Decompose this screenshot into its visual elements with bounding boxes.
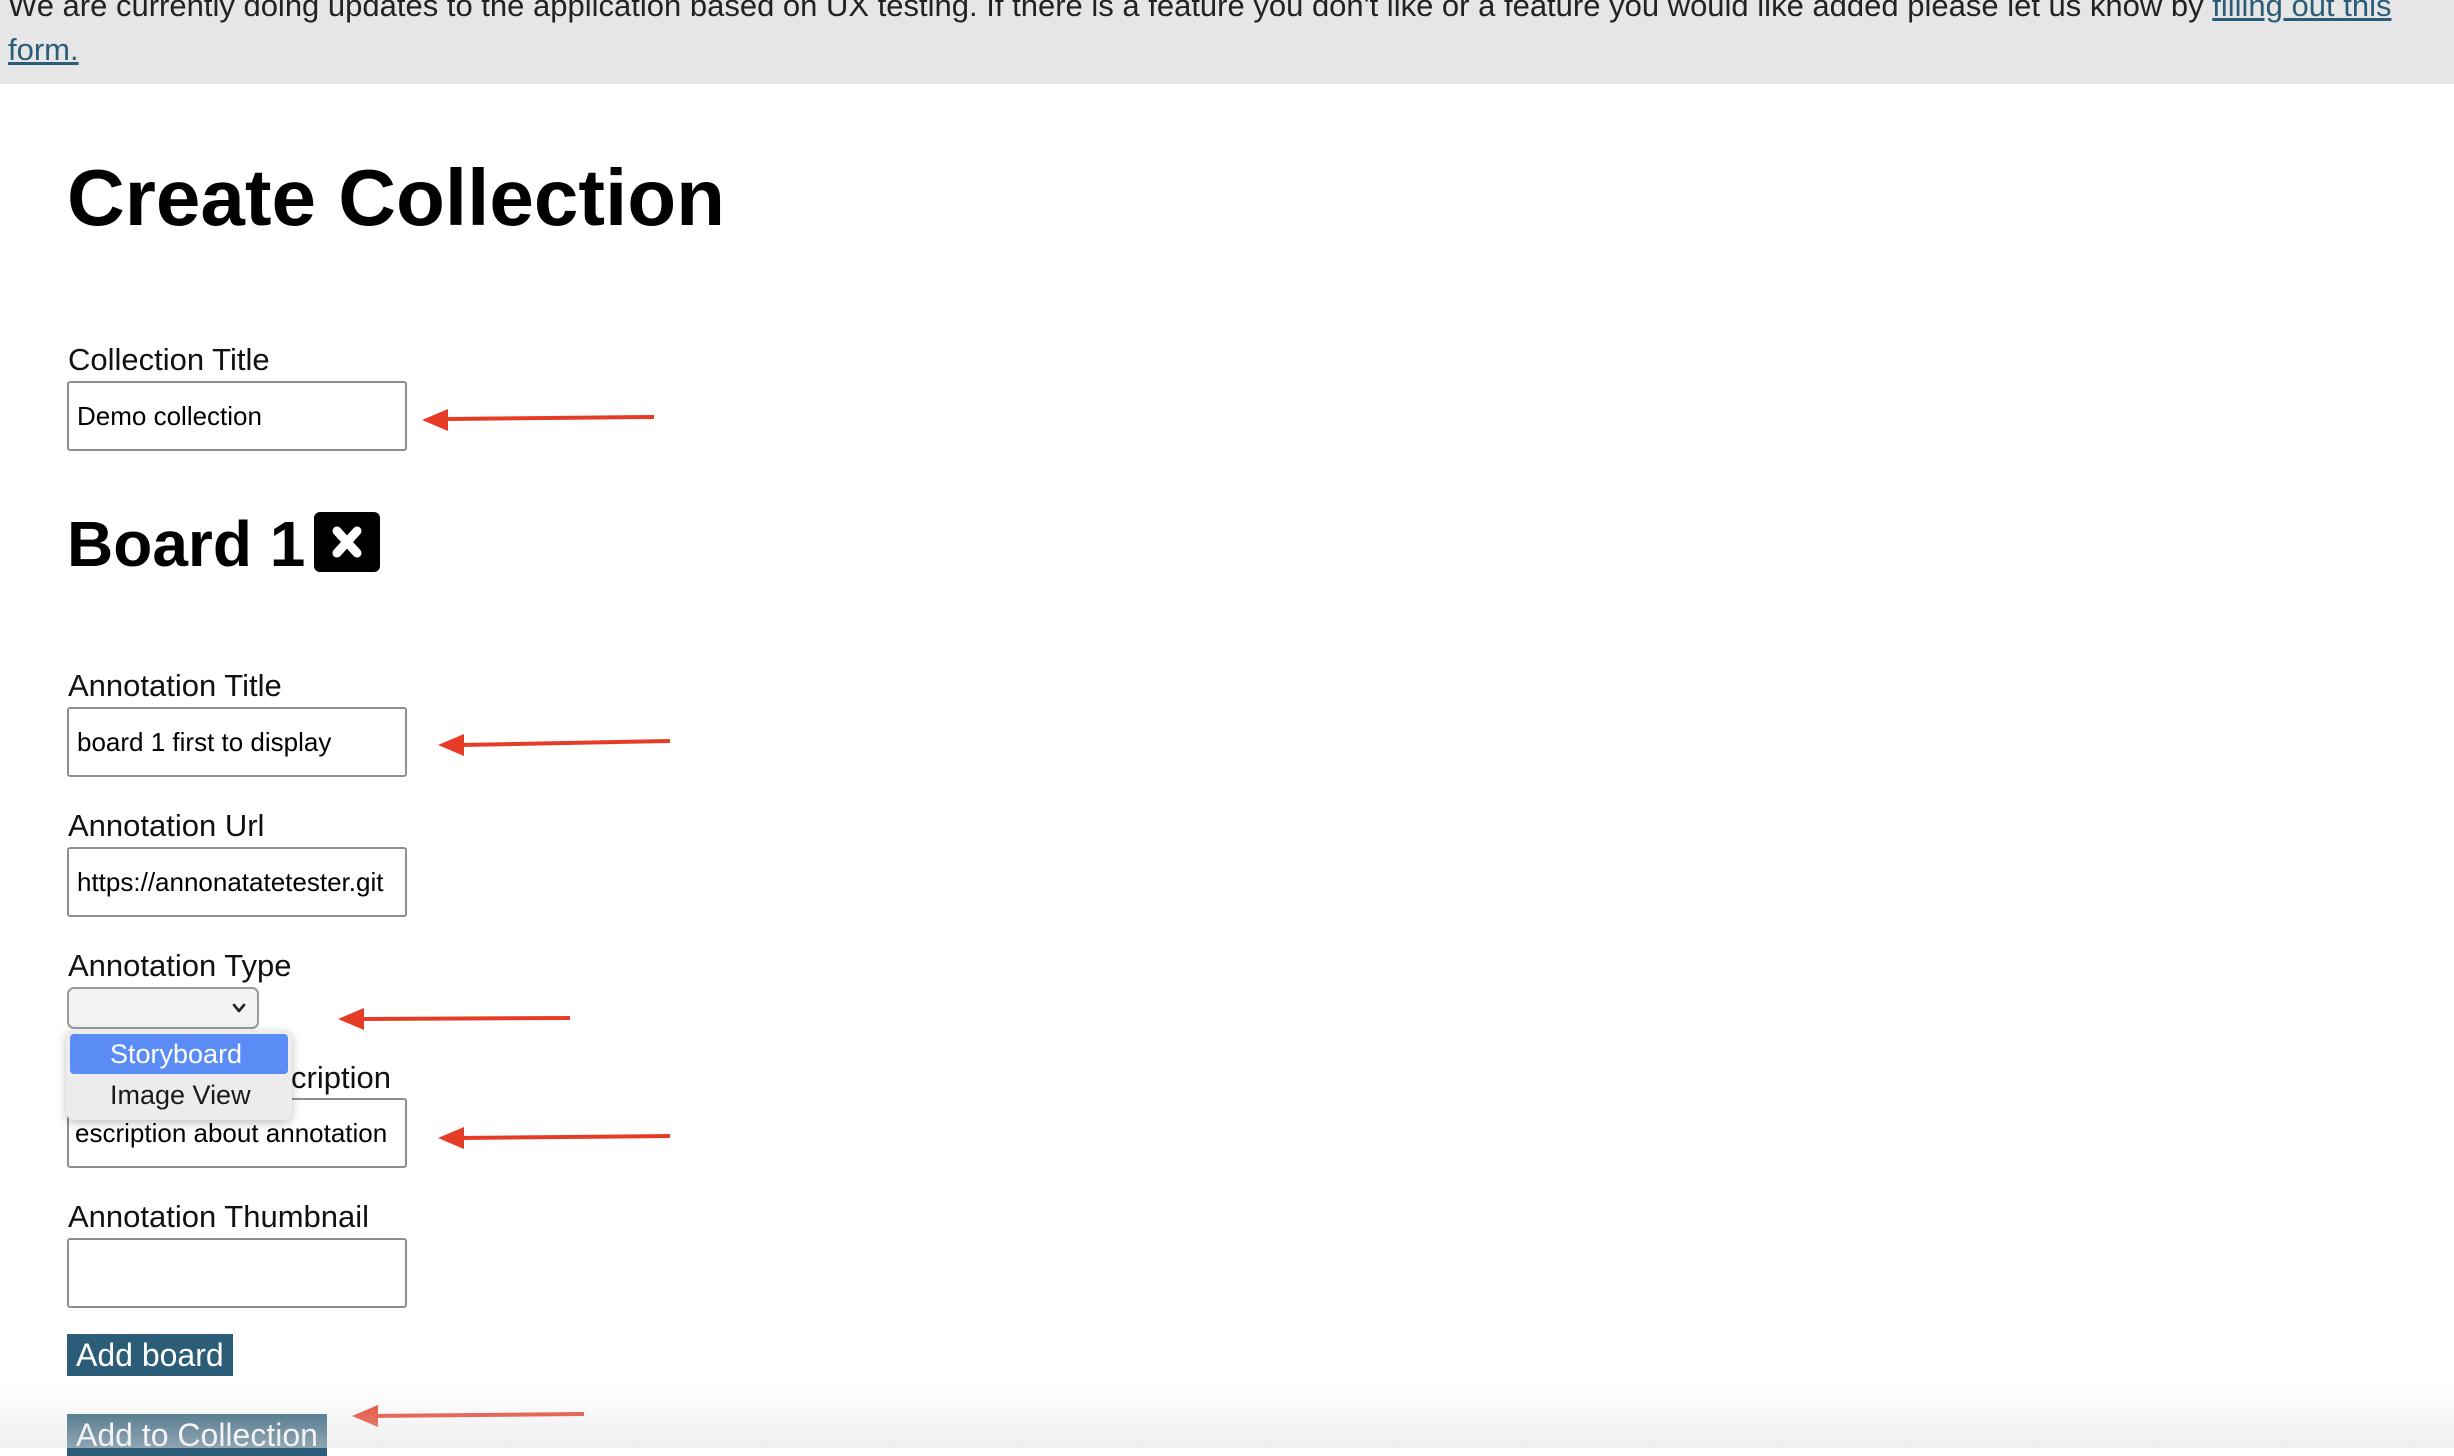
board-heading: Board 1: [67, 508, 306, 580]
annotation-type-select[interactable]: [67, 987, 259, 1029]
collection-title-label: Collection Title: [68, 342, 270, 377]
notice-banner-message: We are currently doing updates to the ap…: [8, 0, 2213, 23]
annotation-arrow-collection-title: [422, 409, 655, 431]
annotation-title-input[interactable]: board 1 first to display: [67, 707, 407, 777]
annotation-thumbnail-input[interactable]: [67, 1238, 407, 1308]
annotation-type-dropdown-menu: Storyboard Image View: [66, 1030, 292, 1120]
notice-banner: We are currently doing updates to the ap…: [0, 0, 2454, 84]
remove-board-button[interactable]: [314, 512, 380, 572]
annotation-type-label: Annotation Type: [68, 948, 292, 983]
chevron-down-icon: [232, 1003, 246, 1013]
annotation-arrow-annotation-title: [438, 734, 671, 756]
add-board-button[interactable]: Add board: [67, 1334, 233, 1376]
annotation-arrow-add-to-collection: [352, 1405, 585, 1427]
annotation-arrow-annotation-description: [438, 1127, 671, 1149]
page-title: Create Collection: [67, 153, 725, 242]
annotation-thumbnail-label: Annotation Thumbnail: [68, 1199, 370, 1234]
dropdown-option-image-view[interactable]: Image View: [70, 1075, 288, 1115]
annotation-url-label: Annotation Url: [68, 808, 265, 843]
close-x-icon: [332, 526, 362, 558]
annotation-title-label: Annotation Title: [68, 668, 282, 703]
annotation-arrow-annotation-type: [338, 1008, 571, 1030]
collection-title-input[interactable]: Demo collection: [67, 381, 407, 451]
notice-banner-text: We are currently doing updates to the ap…: [8, 0, 2428, 72]
dropdown-option-storyboard[interactable]: Storyboard: [70, 1034, 288, 1074]
annotation-url-input[interactable]: https://annonatatetester.git: [67, 847, 407, 917]
add-to-collection-button[interactable]: Add to Collection: [67, 1414, 327, 1456]
